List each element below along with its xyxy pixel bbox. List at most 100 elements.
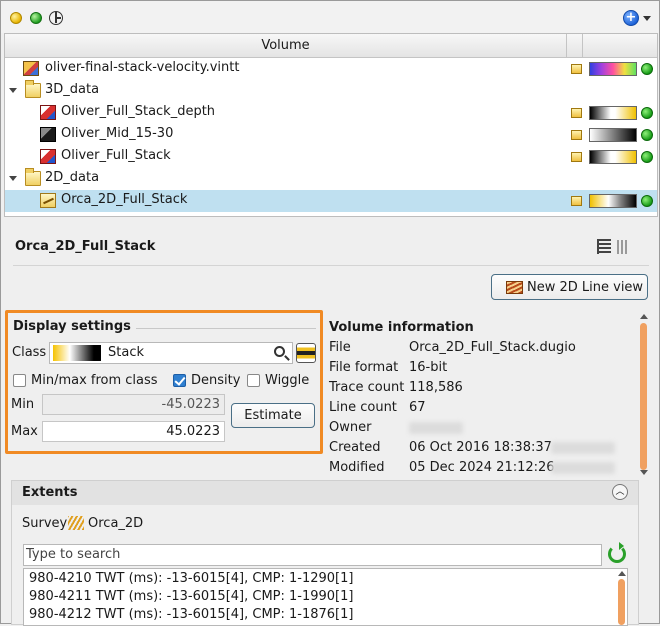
info-key: File format [329, 360, 399, 375]
display-settings-title: Display settings [13, 319, 131, 334]
scroll-down-icon[interactable] [640, 470, 648, 475]
tree-row-orca-2d[interactable]: Orca_2D_Full_Stack [5, 190, 657, 212]
info-key: Modified [329, 460, 385, 475]
checkbox-box[interactable] [247, 374, 260, 387]
tree-row-velocity[interactable]: oliver-final-stack-velocity.vintt [5, 58, 657, 80]
max-field[interactable]: 45.0223 [42, 421, 225, 442]
2d-line-icon [40, 193, 56, 208]
detail-title: Orca_2D_Full_Stack [15, 239, 156, 254]
scroll-up-icon[interactable] [640, 314, 648, 319]
grayscale-cube-icon [40, 127, 56, 142]
tree-row-label: 2D_data [45, 170, 100, 185]
class-selector[interactable]: Stack [49, 342, 293, 364]
estimate-button[interactable]: Estimate [231, 403, 315, 428]
attachment-icon[interactable] [571, 64, 582, 74]
refresh-icon[interactable] [608, 542, 626, 563]
scroll-up-icon[interactable] [618, 571, 626, 576]
expand-toggle-icon[interactable] [9, 88, 17, 93]
column-header-attachment[interactable] [567, 34, 583, 58]
green-status-icon[interactable] [30, 12, 42, 24]
yellow-status-icon[interactable] [10, 12, 22, 24]
info-value: 06 Oct 2016 18:38:37 [409, 440, 552, 455]
class-label: Class [12, 345, 47, 360]
wiggle-checkbox[interactable]: Wiggle [247, 373, 309, 388]
status-ok-icon [641, 195, 653, 207]
attachment-icon[interactable] [571, 130, 582, 140]
details-scrollbar[interactable] [638, 312, 650, 478]
display-settings-panel: Display settings Class Stack Min/max fro… [5, 310, 323, 454]
folder-icon [25, 80, 41, 98]
app-window: + Volume oliver-final-stack-velocity.vin… [0, 0, 660, 626]
extents-header: Extents ︿ [12, 481, 638, 505]
button-label: New 2D Line view [527, 280, 644, 295]
tree-row-full-stack-depth[interactable]: Oliver_Full_Stack_depth [5, 102, 657, 124]
checkbox-box[interactable] [13, 374, 26, 387]
status-ok-icon [641, 129, 653, 141]
folder-icon [25, 168, 41, 186]
class-value: Stack [108, 345, 144, 360]
survey-icon [68, 516, 84, 530]
attachment-icon[interactable] [571, 152, 582, 162]
add-icon[interactable]: + [623, 10, 639, 26]
tree-header: Volume [5, 34, 657, 58]
list-item[interactable]: 980-4212 TWT (ms): -13-6015[4], CMP: 1-1… [29, 607, 353, 622]
tree-row-3d-folder[interactable]: 3D_data [5, 80, 657, 102]
detail-tools [597, 239, 633, 255]
toolbar: + [1, 1, 659, 33]
colorbar [589, 150, 637, 164]
colormap-button[interactable] [296, 343, 316, 363]
divider [13, 265, 649, 266]
info-value: 05 Dec 2024 21:12:26 [409, 460, 555, 475]
scrollbar-thumb[interactable] [618, 579, 625, 625]
attachment-icon[interactable] [571, 196, 582, 206]
info-key: Created [329, 440, 381, 455]
tree-row-label: oliver-final-stack-velocity.vintt [45, 60, 240, 75]
new-2d-line-view-button[interactable]: New 2D Line view [491, 274, 648, 300]
tree-row-label: 3D_data [45, 82, 100, 97]
table-view-icon[interactable] [617, 240, 629, 254]
tree-row-mid-15-30[interactable]: Oliver_Mid_15-30 [5, 124, 657, 146]
list-scrollbar[interactable] [616, 569, 627, 625]
seismic-cube-icon [40, 149, 56, 164]
search-icon[interactable] [274, 346, 285, 357]
list-item[interactable]: 980-4211 TWT (ms): -13-6015[4], CMP: 1-1… [29, 589, 353, 604]
collapse-icon[interactable]: ︿ [612, 484, 628, 500]
tree-row-full-stack[interactable]: Oliver_Full_Stack [5, 146, 657, 168]
column-header-volume[interactable]: Volume [5, 34, 567, 58]
redacted-owner [409, 422, 463, 434]
min-field[interactable]: -45.0223 [42, 394, 225, 415]
chevron-down-icon[interactable] [643, 16, 651, 21]
redacted-created-by [551, 442, 615, 454]
volume-tree: Volume oliver-final-stack-velocity.vintt… [4, 33, 658, 217]
divider [136, 328, 316, 329]
extents-search-input[interactable]: Type to search [23, 544, 602, 566]
info-value: 16-bit [409, 360, 448, 375]
tree-row-label: Oliver_Full_Stack [61, 148, 171, 163]
colorbar [589, 62, 637, 76]
layout-icon[interactable] [49, 11, 63, 25]
info-key: Trace count [329, 380, 405, 395]
colorbar [589, 194, 637, 208]
2d-line-view-icon [506, 281, 523, 294]
list-view-icon[interactable] [597, 239, 611, 254]
checkbox-label: Density [191, 373, 241, 388]
colorbar [589, 106, 637, 120]
colorbar [589, 128, 637, 142]
expand-toggle-icon[interactable] [9, 176, 17, 181]
minmax-from-class-checkbox[interactable]: Min/max from class [13, 373, 158, 388]
scrollbar-thumb[interactable] [640, 323, 647, 470]
status-ok-icon [641, 107, 653, 119]
tree-row-label: Oliver_Full_Stack_depth [61, 104, 216, 119]
min-label: Min [11, 397, 35, 412]
tree-row-2d-folder[interactable]: 2D_data [5, 168, 657, 190]
list-item[interactable]: 980-4210 TWT (ms): -13-6015[4], CMP: 1-1… [29, 571, 353, 586]
attachment-icon[interactable] [571, 108, 582, 118]
density-checkbox[interactable]: Density [173, 373, 240, 388]
checkbox-box[interactable] [173, 374, 186, 387]
status-ok-icon [641, 151, 653, 163]
class-colormap-swatch [53, 345, 101, 361]
survey-label: Survey [22, 516, 68, 531]
max-label: Max [11, 424, 38, 439]
info-value: Orca_2D_Full_Stack.dugio [409, 340, 576, 355]
info-value: 67 [409, 400, 426, 415]
